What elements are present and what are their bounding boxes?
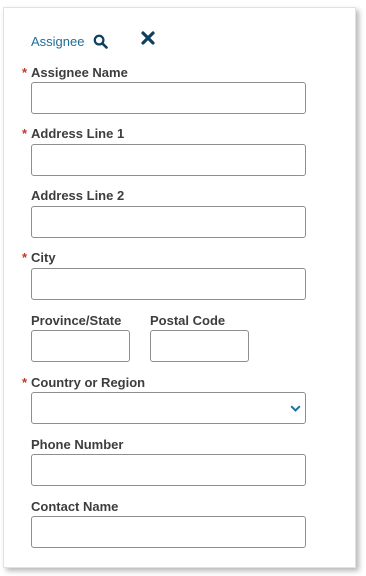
country-or-region-select[interactable] bbox=[31, 392, 306, 424]
contact-name-input[interactable] bbox=[31, 516, 306, 548]
assignee-name-input[interactable] bbox=[31, 82, 306, 114]
province-state-input[interactable] bbox=[31, 330, 130, 362]
contact-name-label: Contact Name bbox=[31, 499, 119, 514]
required-marker: * bbox=[22, 375, 28, 390]
province-state-label: Province/State bbox=[31, 313, 122, 328]
city-input[interactable] bbox=[31, 268, 306, 300]
city-label: City bbox=[31, 250, 56, 265]
address-line-2-input[interactable] bbox=[31, 206, 306, 238]
chevron-down-icon[interactable] bbox=[285, 393, 305, 423]
assignee-name-label: Assignee Name bbox=[31, 65, 128, 80]
close-icon[interactable] bbox=[141, 31, 155, 45]
search-icon[interactable] bbox=[93, 34, 108, 49]
phone-number-input[interactable] bbox=[31, 454, 306, 486]
phone-number-label: Phone Number bbox=[31, 437, 124, 452]
required-marker: * bbox=[22, 65, 28, 80]
postal-code-label: Postal Code bbox=[150, 313, 226, 328]
required-marker: * bbox=[22, 250, 28, 265]
address-line-2-label: Address Line 2 bbox=[31, 188, 125, 203]
address-line-1-label: Address Line 1 bbox=[31, 126, 125, 141]
postal-code-input[interactable] bbox=[150, 330, 249, 362]
assignee-panel: Assignee * Assignee Name * Address Line … bbox=[3, 7, 356, 568]
panel-header: Assignee bbox=[4, 8, 355, 58]
country-or-region-label: Country or Region bbox=[31, 375, 146, 390]
address-line-1-input[interactable] bbox=[31, 144, 306, 176]
assignee-header-link[interactable]: Assignee bbox=[31, 34, 84, 49]
required-marker: * bbox=[22, 126, 28, 141]
